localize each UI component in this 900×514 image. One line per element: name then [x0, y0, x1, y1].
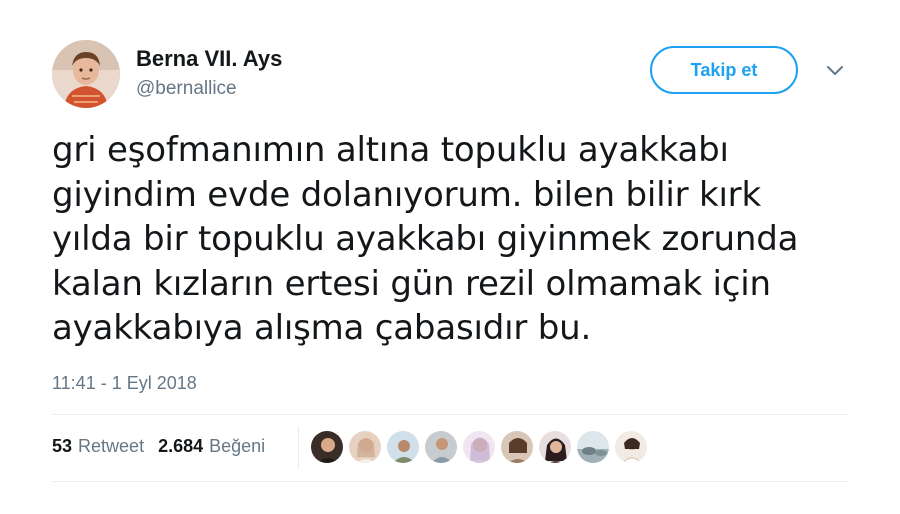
like-count: 2.684 [158, 436, 204, 456]
divider-top [52, 414, 848, 415]
liker-avatar-icon[interactable] [348, 430, 382, 464]
liker-avatar-icon[interactable] [614, 430, 648, 464]
tweet-text-line: gri eşofmanımın altına topuklu ayakkabı [52, 130, 729, 170]
chevron-down-icon[interactable] [824, 60, 846, 82]
tweet-timestamp[interactable]: 11:41 - 1 Eyl 2018 [52, 373, 197, 394]
author-name[interactable]: Berna VII. Ays [136, 46, 282, 72]
author-handle[interactable]: @bernallice [136, 78, 237, 100]
like-label: Beğeni [209, 436, 266, 456]
tweet-text-line: kalan kızların ertesi gün rezil olmamak … [52, 263, 771, 304]
liker-avatar-icon[interactable] [386, 430, 420, 464]
liker-avatar-icon[interactable] [310, 430, 344, 464]
liker-avatar-icon[interactable] [576, 430, 610, 464]
tweet-stats: 53 Retweet 2.684 Beğeni [52, 436, 279, 457]
retweet-stat[interactable]: 53 Retweet [52, 436, 144, 457]
tweet-text-line: yılda bir topuklu ayakkabı giyinmek zoru… [52, 219, 799, 259]
like-stat[interactable]: 2.684 Beğeni [158, 436, 265, 457]
liker-avatar-icon[interactable] [462, 430, 496, 464]
divider-bottom [52, 481, 848, 482]
profile-photo-icon [52, 40, 120, 108]
author-avatar[interactable] [52, 40, 120, 108]
liker-avatar-icon[interactable] [424, 430, 458, 464]
follow-button[interactable]: Takip et [650, 46, 798, 94]
retweet-count: 53 [52, 436, 73, 456]
retweet-label: Retweet [78, 436, 145, 456]
tweet-text-line: ayakkabıya alışma çabasıdır bu. [52, 308, 592, 348]
liker-avatar-icon[interactable] [500, 430, 534, 464]
stats-separator [298, 426, 299, 468]
liker-avatar-icon[interactable] [538, 430, 572, 464]
tweet-text-line: giyindim evde dolanıyorum. bilen bilir k… [52, 174, 761, 215]
tweet-text: gri eşofmanımın altına topuklu ayakkabı … [52, 128, 852, 351]
